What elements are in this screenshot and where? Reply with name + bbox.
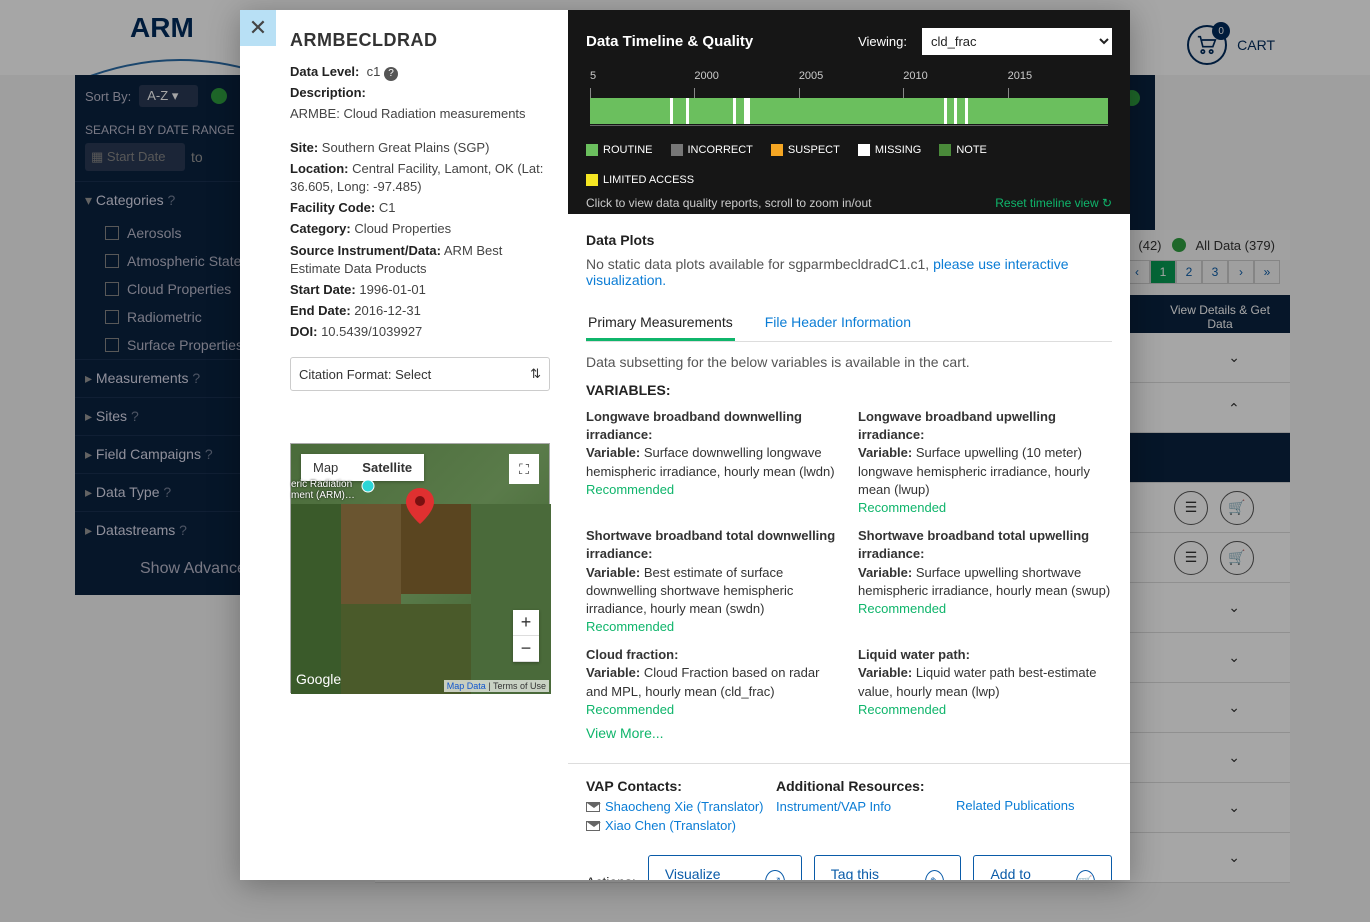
resources-title: Additional Resources:	[776, 778, 956, 794]
map-pin-icon	[406, 488, 434, 531]
zoom-in-button[interactable]: +	[513, 610, 539, 636]
variable-block: Longwave broadband downwelling irradianc…	[586, 408, 840, 517]
tag-icon: ✎	[925, 870, 944, 880]
cart-icon: 🛒	[1076, 870, 1095, 880]
variables-title: VARIABLES:	[568, 370, 1130, 402]
close-icon: ✕	[249, 15, 267, 41]
contacts-title: VAP Contacts:	[586, 778, 776, 794]
map-tab-satellite[interactable]: Satellite	[350, 454, 424, 481]
subset-note: Data subsetting for the below variables …	[568, 342, 1130, 370]
details-modal: ✕ ARMBECLDRAD Data Level: c1 ? Descripti…	[240, 10, 1130, 880]
variable-block: Cloud fraction:Variable: Cloud Fraction …	[586, 646, 840, 719]
data-plots-text: No static data plots available for sgpar…	[586, 256, 1112, 288]
contact-link[interactable]: Xiao Chen (Translator)	[586, 818, 776, 833]
resource-link[interactable]: Instrument/VAP Info	[776, 799, 956, 814]
contact-link[interactable]: Shaocheng Xie (Translator)	[586, 799, 776, 814]
data-plots-title: Data Plots	[586, 232, 1112, 248]
help-icon[interactable]: ?	[384, 67, 398, 81]
map[interactable]: Map Satellite ⛶ eric Radiationment (ARM)…	[290, 443, 550, 693]
timeline-title: Data Timeline & Quality	[586, 33, 753, 50]
visualize-button[interactable]: Visualize Data ⤢	[648, 855, 802, 880]
citation-select[interactable]: Citation Format: Select⇅	[290, 357, 550, 391]
reset-timeline-link[interactable]: Reset timeline view ↻	[995, 196, 1112, 210]
terms-link[interactable]: Terms of Use	[493, 681, 546, 691]
view-more-link[interactable]: View More...	[568, 719, 1130, 747]
variable-block: Longwave broadband upwelling irradiance:…	[858, 408, 1112, 517]
google-logo: Google	[296, 671, 341, 687]
actions-label: Actions:	[586, 874, 636, 880]
map-marker-icon	[361, 479, 375, 493]
variable-block: Liquid water path:Variable: Liquid water…	[858, 646, 1112, 719]
description-text: ARMBE: Cloud Radiation measurements	[290, 105, 550, 123]
visualize-icon: ⤢	[765, 870, 784, 880]
envelope-icon	[586, 821, 600, 831]
close-button[interactable]: ✕	[240, 10, 276, 46]
add-to-cart-button[interactable]: Add to Cart 🛒	[973, 855, 1112, 880]
tag-button[interactable]: Tag this Data ✎	[814, 855, 962, 880]
resource-link[interactable]: Related Publications	[956, 798, 1130, 813]
variable-block: Shortwave broadband total downwelling ir…	[586, 527, 840, 636]
timeline-variable-select[interactable]: cld_frac	[922, 28, 1112, 55]
viewing-label: Viewing:	[858, 34, 907, 49]
zoom-out-button[interactable]: −	[513, 636, 539, 662]
tab-primary[interactable]: Primary Measurements	[586, 306, 735, 341]
fullscreen-button[interactable]: ⛶	[509, 454, 539, 484]
tab-file-header[interactable]: File Header Information	[763, 306, 913, 341]
timeline-hint: Click to view data quality reports, scro…	[586, 196, 871, 210]
timeline-chart[interactable]: 5 2000 2005 2010 2015	[586, 70, 1112, 130]
chevron-down-icon: ⇅	[530, 366, 541, 382]
variable-block: Shortwave broadband total upwelling irra…	[858, 527, 1112, 636]
envelope-icon	[586, 802, 600, 812]
fullscreen-icon: ⛶	[519, 461, 529, 478]
modal-title: ARMBECLDRAD	[290, 30, 550, 51]
map-data-link[interactable]: Map Data	[447, 681, 486, 691]
map-tab-map[interactable]: Map	[301, 454, 350, 481]
